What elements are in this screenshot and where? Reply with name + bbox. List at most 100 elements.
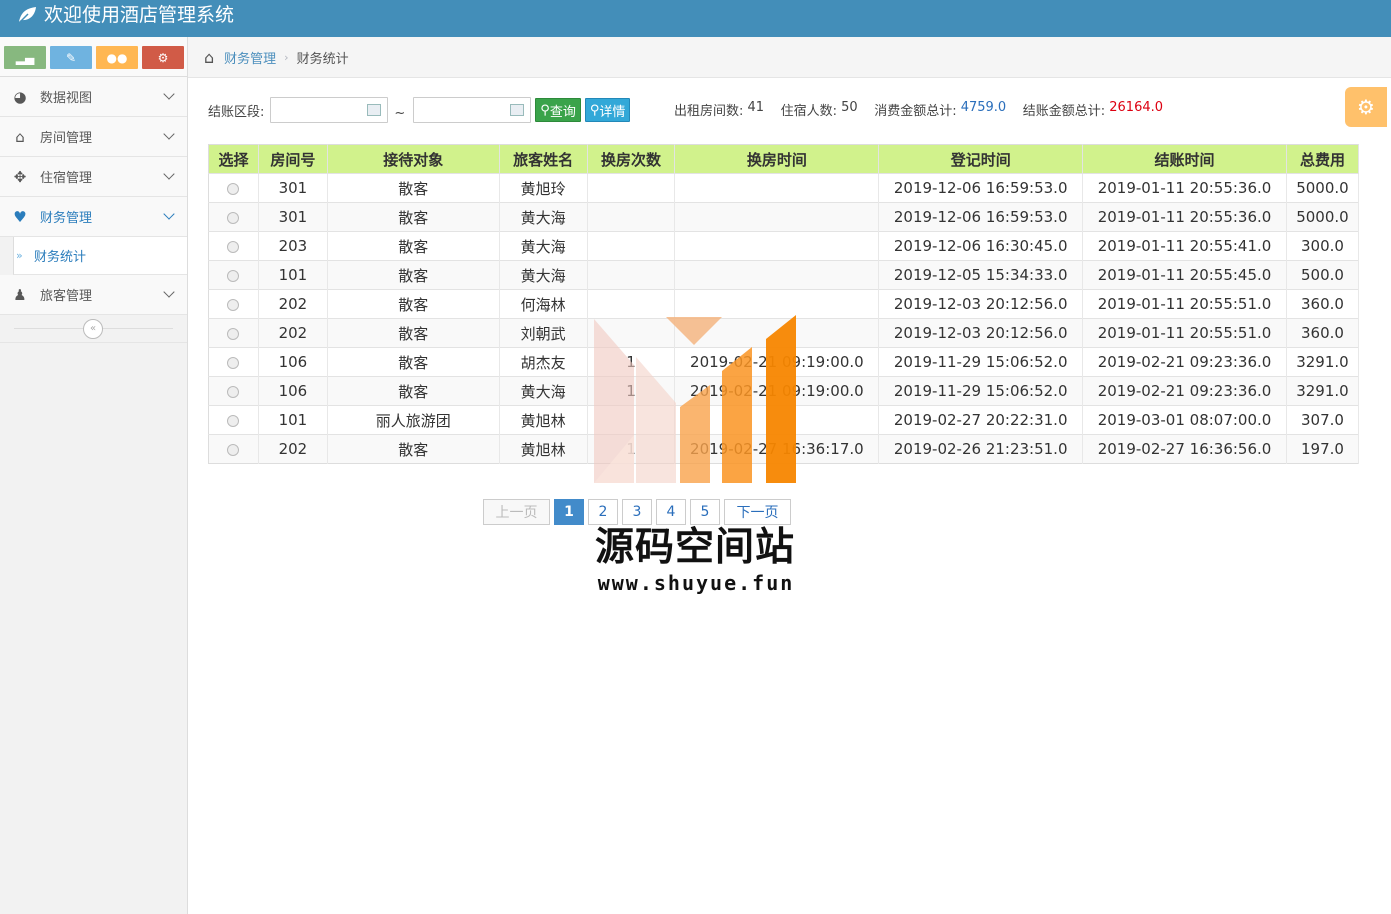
settings-button[interactable]: ⚙	[1345, 87, 1387, 127]
summary-stats: 出租房间数: 41 住宿人数: 50 消费金额总计: 4759.0 结账金额总计…	[674, 100, 1163, 119]
column-header: 换房时间	[674, 144, 880, 174]
group-shortcut-button[interactable]: ●●	[96, 46, 138, 69]
column-header: 登记时间	[878, 144, 1084, 174]
rooms-label: 出租房间数:	[674, 104, 748, 119]
finance-table: 选择 房间号 接待对象 旅客姓名 换房次数 换房时间 登记时间 结账时间 总费用 301 散客 黄旭…	[208, 144, 1360, 464]
table-cell: 散客	[327, 289, 500, 319]
table-row[interactable]: 101 散客 黄大海 2019-12-05 15:34:33.0 2019-01-11 …	[208, 260, 1360, 290]
sidebar-item-label: 旅客管理	[40, 289, 93, 304]
table-cell: 2019-11-29 15:06:52.0	[878, 376, 1084, 406]
home-icon: ⌂	[15, 127, 25, 146]
row-select-cell	[208, 202, 259, 232]
table-cell	[674, 405, 880, 435]
table-cell: 黄大海	[499, 202, 588, 232]
table-cell: 106	[258, 347, 328, 377]
sidebar-subitem-label: 财务统计	[34, 250, 87, 265]
table-cell: 2019-12-05 15:34:33.0	[878, 260, 1084, 290]
sidebar-item-lodging[interactable]: ✥ 住宿管理	[0, 157, 187, 197]
group-icon: ●●	[106, 50, 128, 65]
table-row[interactable]: 301 散客 黄旭玲 2019-12-06 16:59:53.0 2019-01-11 …	[208, 173, 1360, 203]
row-select-cell	[208, 173, 259, 203]
cogs-shortcut-button[interactable]: ⚙	[142, 46, 184, 69]
sidebar-item-guests[interactable]: ♟ 旅客管理	[0, 275, 187, 315]
table-cell: 2019-12-06 16:59:53.0	[878, 173, 1084, 203]
table-cell	[587, 405, 676, 435]
end-date-input[interactable]	[413, 97, 532, 123]
sidebar-item-dashboard[interactable]: ◕ 数据视图	[0, 77, 187, 117]
table-row[interactable]: 301 散客 黄大海 2019-12-06 16:59:53.0 2019-01-11 …	[208, 202, 1360, 232]
table-row[interactable]: 106 散客 黄大海 1 2019-02-21 09:19:00.0 2019-11-29…	[208, 376, 1360, 406]
row-radio[interactable]	[227, 414, 240, 427]
row-radio[interactable]	[227, 182, 240, 195]
table-cell: 黄大海	[499, 260, 588, 290]
table-row[interactable]: 202 散客 何海林 2019-12-03 20:12:56.0 2019-01-11 …	[208, 289, 1360, 319]
table-cell: 散客	[327, 173, 500, 203]
table-body: 301 散客 黄旭玲 2019-12-06 16:59:53.0 2019-01-11 …	[208, 173, 1360, 464]
prev-page-button[interactable]: 上一页	[483, 499, 550, 525]
table-cell: 106	[258, 376, 328, 406]
table-cell: 301	[258, 202, 328, 232]
table-cell: 307.0	[1286, 405, 1360, 435]
row-radio[interactable]	[227, 327, 240, 340]
table-cell	[674, 289, 880, 319]
table-header-row: 选择 房间号 接待对象 旅客姓名 换房次数 换房时间 登记时间 结账时间 总费用	[208, 144, 1360, 174]
checkout-label: 结账金额总计:	[1022, 104, 1110, 119]
table-cell: 刘朝武	[499, 318, 588, 348]
table-cell	[674, 318, 880, 348]
table-cell: 203	[258, 231, 328, 261]
row-radio[interactable]	[227, 269, 240, 282]
table-cell: 3291.0	[1286, 347, 1360, 377]
table-row[interactable]: 202 散客 刘朝武 2019-12-03 20:12:56.0 2019-01-11 …	[208, 318, 1360, 348]
row-select-cell	[208, 434, 259, 464]
table-cell: 2019-02-21 09:23:36.0	[1082, 347, 1287, 377]
table-cell: 360.0	[1286, 318, 1360, 348]
detail-button[interactable]: ⚲ 详情	[584, 98, 631, 122]
navbar: 欢迎使用酒店管理系统	[0, 0, 1391, 37]
sidebar: ▂▄ ✎ ●● ⚙ ◕ 数据视图 ⌂ 房间管理 ✥ 住宿管理 ♥ 财务管理 » …	[0, 37, 188, 914]
signal-shortcut-button[interactable]: ▂▄	[4, 46, 46, 69]
table-cell	[587, 173, 676, 203]
query-button[interactable]: ⚲ 查询	[535, 98, 581, 122]
chevron-down-icon	[163, 168, 175, 180]
sidebar-subitem-finance-stats[interactable]: » 财务统计	[13, 237, 187, 275]
table-cell: 黄大海	[499, 376, 588, 406]
row-select-cell	[208, 376, 259, 406]
table-row[interactable]: 203 散客 黄大海 2019-12-06 16:30:45.0 2019-01-11 …	[208, 231, 1360, 261]
table-cell: 300.0	[1286, 231, 1360, 261]
table-row[interactable]: 202 散客 黄旭林 1 2019-02-27 16:36:17.0 2019-02-26…	[208, 434, 1360, 464]
row-radio[interactable]	[227, 211, 240, 224]
table-cell: 散客	[327, 376, 500, 406]
column-header: 接待对象	[327, 144, 500, 174]
chevron-down-icon	[163, 128, 175, 140]
calendar-icon	[510, 104, 525, 116]
sidebar-item-label: 房间管理	[40, 131, 93, 146]
row-radio[interactable]	[227, 356, 240, 369]
table-cell: 2019-03-01 08:07:00.0	[1082, 405, 1287, 435]
table-cell: 散客	[327, 347, 500, 377]
pencil-shortcut-button[interactable]: ✎	[50, 46, 92, 69]
table-cell	[674, 173, 880, 203]
start-date-input[interactable]	[270, 97, 389, 123]
breadcrumb-parent-link[interactable]: 财务管理	[224, 48, 276, 67]
table-cell: 2019-02-26 21:23:51.0	[878, 434, 1084, 464]
row-radio[interactable]	[227, 385, 240, 398]
table-cell	[674, 260, 880, 290]
brand[interactable]: 欢迎使用酒店管理系统	[16, 2, 234, 28]
sidebar-item-rooms[interactable]: ⌂ 房间管理	[0, 117, 187, 157]
row-select-cell	[208, 405, 259, 435]
row-radio[interactable]	[227, 240, 240, 253]
range-separator: ~	[394, 105, 406, 121]
table-row[interactable]: 101 丽人旅游团 黄旭林 2019-02-27 20:22:31.0 2019-03-…	[208, 405, 1360, 435]
gear-icon: ⚙	[1357, 95, 1375, 119]
row-radio[interactable]	[227, 298, 240, 311]
table-cell: 2019-01-11 20:55:36.0	[1082, 173, 1287, 203]
collapse-sidebar-button[interactable]: «	[83, 319, 103, 339]
home-icon[interactable]: ⌂	[204, 48, 214, 67]
table-cell: 2019-02-21 09:23:36.0	[1082, 376, 1287, 406]
table-row[interactable]: 106 散客 胡杰友 1 2019-02-21 09:19:00.0 2019-11-29…	[208, 347, 1360, 377]
page-button-1[interactable]: 1	[554, 499, 584, 525]
column-header: 结账时间	[1082, 144, 1287, 174]
sidebar-item-finance[interactable]: ♥ 财务管理	[0, 197, 187, 237]
table-cell: 2019-11-29 15:06:52.0	[878, 347, 1084, 377]
row-radio[interactable]	[227, 443, 240, 456]
